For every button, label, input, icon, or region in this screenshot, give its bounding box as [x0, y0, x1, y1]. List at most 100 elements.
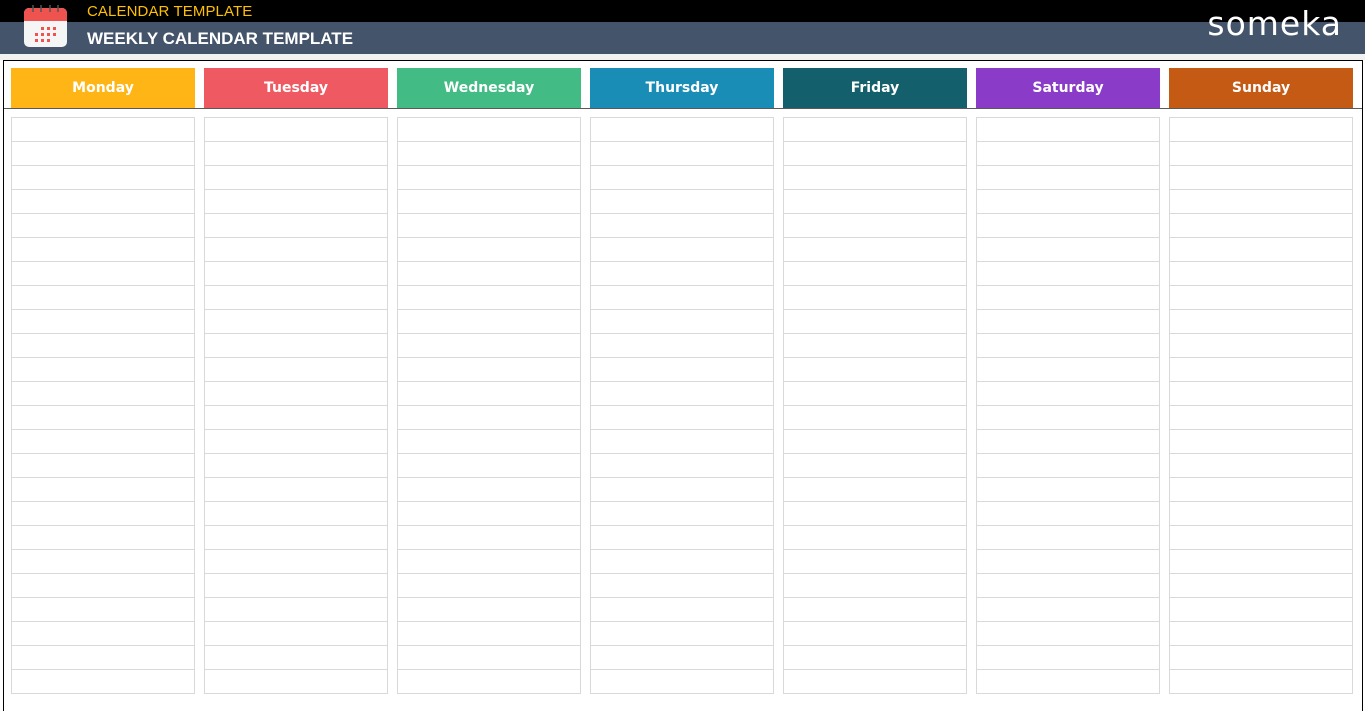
entry-cell[interactable] — [12, 286, 194, 310]
entry-cell[interactable] — [591, 454, 773, 478]
entry-cell[interactable] — [977, 598, 1159, 622]
entry-cell[interactable] — [398, 142, 580, 166]
entry-cell[interactable] — [784, 310, 966, 334]
entry-cell[interactable] — [1170, 430, 1352, 454]
entry-cell[interactable] — [205, 286, 387, 310]
entry-cell[interactable] — [1170, 670, 1352, 694]
entry-cell[interactable] — [977, 238, 1159, 262]
entry-cell[interactable] — [784, 334, 966, 358]
entry-cell[interactable] — [398, 670, 580, 694]
entry-cell[interactable] — [591, 286, 773, 310]
entry-cell[interactable] — [205, 190, 387, 214]
entry-cell[interactable] — [784, 166, 966, 190]
entry-cell[interactable] — [591, 574, 773, 598]
entry-cell[interactable] — [591, 670, 773, 694]
entry-cell[interactable] — [12, 310, 194, 334]
entry-cell[interactable] — [1170, 526, 1352, 550]
entry-cell[interactable] — [205, 502, 387, 526]
entry-cell[interactable] — [591, 214, 773, 238]
entry-cell[interactable] — [1170, 166, 1352, 190]
entry-cell[interactable] — [12, 358, 194, 382]
entry-cell[interactable] — [398, 358, 580, 382]
entry-cell[interactable] — [1170, 622, 1352, 646]
entry-cell[interactable] — [1170, 310, 1352, 334]
entry-cell[interactable] — [1170, 190, 1352, 214]
entry-cell[interactable] — [398, 622, 580, 646]
entry-cell[interactable] — [977, 574, 1159, 598]
entry-cell[interactable] — [398, 166, 580, 190]
entry-cell[interactable] — [591, 142, 773, 166]
entry-cell[interactable] — [784, 358, 966, 382]
entry-cell[interactable] — [591, 334, 773, 358]
entry-cell[interactable] — [12, 334, 194, 358]
entry-cell[interactable] — [784, 478, 966, 502]
entry-cell[interactable] — [205, 526, 387, 550]
entry-cell[interactable] — [398, 262, 580, 286]
entry-cell[interactable] — [784, 430, 966, 454]
entry-cell[interactable] — [591, 526, 773, 550]
entry-cell[interactable] — [12, 262, 194, 286]
entry-cell[interactable] — [784, 190, 966, 214]
entry-cell[interactable] — [12, 406, 194, 430]
entry-cell[interactable] — [398, 286, 580, 310]
entry-cell[interactable] — [398, 406, 580, 430]
entry-cell[interactable] — [784, 262, 966, 286]
entry-cell[interactable] — [591, 166, 773, 190]
entry-cell[interactable] — [1170, 502, 1352, 526]
entry-cell[interactable] — [591, 406, 773, 430]
entry-cell[interactable] — [784, 238, 966, 262]
entry-cell[interactable] — [1170, 478, 1352, 502]
entry-cell[interactable] — [591, 238, 773, 262]
someka-logo[interactable]: someka — [1207, 4, 1342, 43]
entry-cell[interactable] — [977, 286, 1159, 310]
entry-cell[interactable] — [977, 526, 1159, 550]
entry-cell[interactable] — [398, 334, 580, 358]
entry-cell[interactable] — [1170, 646, 1352, 670]
entry-cell[interactable] — [398, 478, 580, 502]
entry-cell[interactable] — [784, 502, 966, 526]
entry-cell[interactable] — [205, 478, 387, 502]
entry-cell[interactable] — [398, 526, 580, 550]
entry-cell[interactable] — [398, 646, 580, 670]
entry-cell[interactable] — [1170, 118, 1352, 142]
entry-cell[interactable] — [1170, 214, 1352, 238]
entry-cell[interactable] — [977, 406, 1159, 430]
entry-cell[interactable] — [12, 574, 194, 598]
entry-cell[interactable] — [977, 646, 1159, 670]
entry-cell[interactable] — [1170, 358, 1352, 382]
entry-cell[interactable] — [591, 550, 773, 574]
entry-cell[interactable] — [12, 214, 194, 238]
entry-cell[interactable] — [12, 622, 194, 646]
entry-cell[interactable] — [398, 118, 580, 142]
entry-cell[interactable] — [205, 214, 387, 238]
entry-cell[interactable] — [398, 430, 580, 454]
entry-cell[interactable] — [205, 358, 387, 382]
entry-cell[interactable] — [12, 478, 194, 502]
entry-cell[interactable] — [205, 238, 387, 262]
entry-cell[interactable] — [977, 478, 1159, 502]
entry-cell[interactable] — [398, 598, 580, 622]
entry-cell[interactable] — [591, 598, 773, 622]
entry-cell[interactable] — [591, 310, 773, 334]
entry-cell[interactable] — [12, 382, 194, 406]
entry-cell[interactable] — [1170, 406, 1352, 430]
entry-cell[interactable] — [12, 526, 194, 550]
entry-cell[interactable] — [591, 118, 773, 142]
entry-cell[interactable] — [205, 406, 387, 430]
entry-cell[interactable] — [1170, 142, 1352, 166]
entry-cell[interactable] — [1170, 550, 1352, 574]
entry-cell[interactable] — [977, 262, 1159, 286]
entry-cell[interactable] — [1170, 574, 1352, 598]
entry-cell[interactable] — [977, 670, 1159, 694]
entry-cell[interactable] — [398, 190, 580, 214]
entry-cell[interactable] — [398, 502, 580, 526]
entry-cell[interactable] — [784, 526, 966, 550]
entry-cell[interactable] — [12, 670, 194, 694]
entry-cell[interactable] — [784, 598, 966, 622]
entry-cell[interactable] — [784, 214, 966, 238]
entry-cell[interactable] — [591, 430, 773, 454]
entry-cell[interactable] — [977, 382, 1159, 406]
entry-cell[interactable] — [977, 430, 1159, 454]
entry-cell[interactable] — [205, 310, 387, 334]
entry-cell[interactable] — [205, 430, 387, 454]
